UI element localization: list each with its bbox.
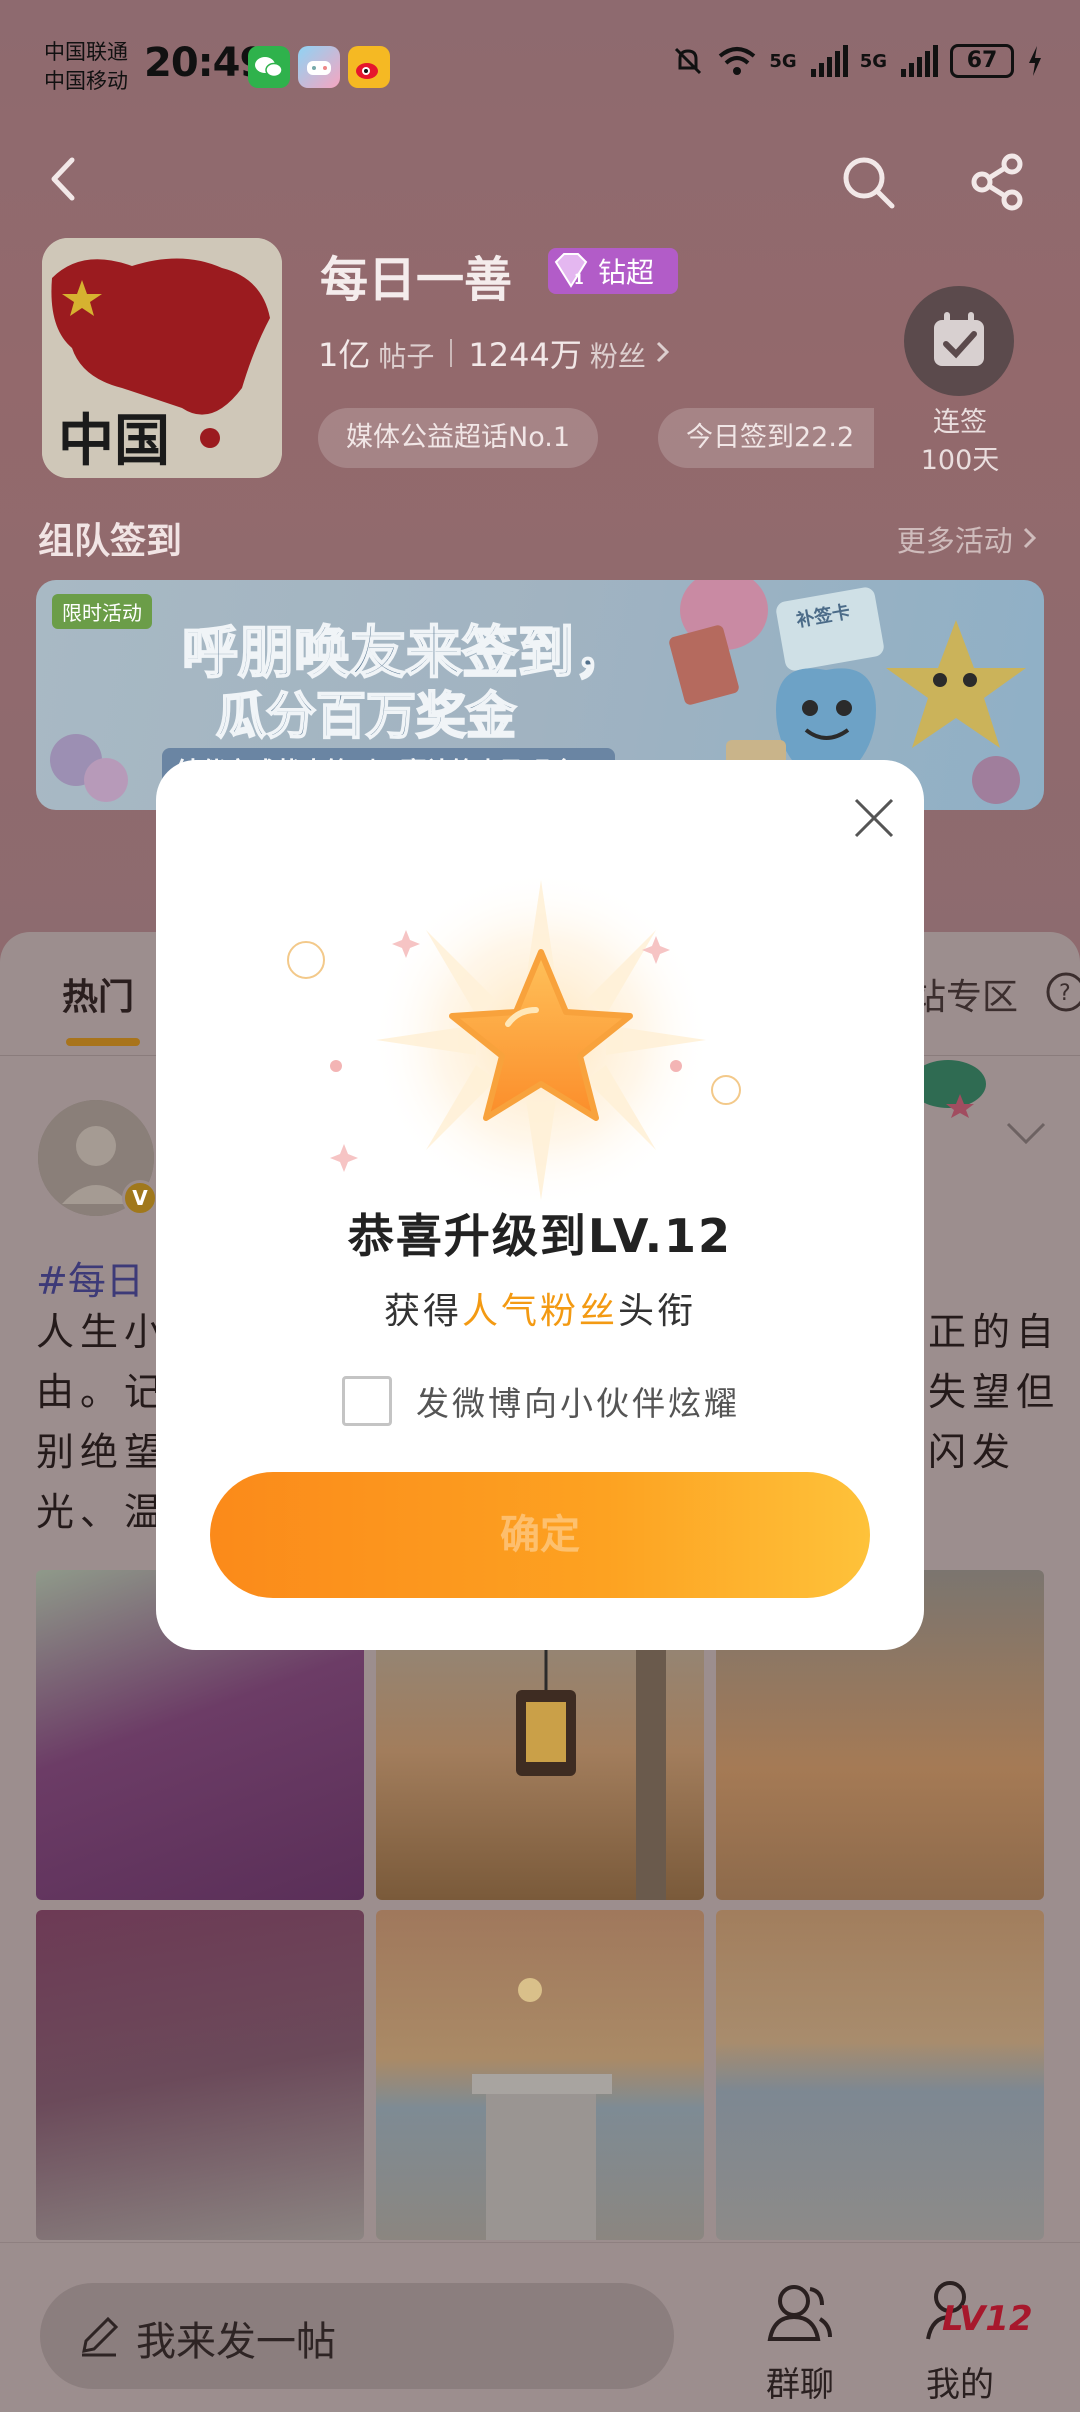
topic-stats[interactable]: 1亿 帖子 1244万 粉丝 — [318, 330, 672, 376]
topic-avatar[interactable]: 中国 — [42, 238, 282, 478]
tab-hot[interactable]: 热门 — [62, 968, 134, 1020]
mine-label: 我的 — [926, 2365, 994, 2405]
post-line: 正的自 — [928, 1310, 1061, 1354]
share-checkbox[interactable] — [342, 1376, 392, 1426]
post-text-left: 人生小 由。记 别绝望 光、温 — [36, 1302, 168, 1542]
topic-chip-rank[interactable]: 媒体公益超话No.1 — [318, 408, 599, 468]
back-icon[interactable] — [40, 154, 90, 204]
post-line: 别绝望 — [36, 1430, 169, 1474]
game-icon — [298, 46, 340, 88]
nav-mine[interactable]: LV12 我的 — [890, 2273, 1033, 2406]
share-option[interactable]: 发微博向小伙伴炫耀 — [342, 1376, 740, 1426]
team-checkin-title: 组队签到 — [38, 521, 183, 562]
status-bar: 中国联通 中国移动 20:49 5G 5G 67 — [0, 0, 1080, 130]
wechat-icon — [248, 46, 290, 88]
dialog-title: 恭喜升级到LV.12 — [347, 1209, 733, 1263]
post-line: 人生小 — [36, 1310, 169, 1354]
more-activities-link[interactable]: 更多活动 — [897, 518, 1038, 560]
network-type-1: 5G — [769, 50, 797, 72]
stats-divider — [450, 339, 453, 367]
posts-count: 1亿 — [318, 336, 371, 374]
post-line: 失望但 — [928, 1370, 1061, 1414]
subtitle-highlight: 人气粉丝 — [461, 1291, 618, 1332]
post-photo[interactable] — [716, 1910, 1044, 2240]
posts-unit: 帖子 — [378, 340, 435, 373]
post-text-right: 正的自 失望但 闪发 — [928, 1302, 1060, 1482]
chevron-right-icon — [656, 341, 669, 363]
post-photo[interactable] — [36, 1910, 364, 2240]
fans-count: 1244万 — [468, 336, 582, 374]
signal-icon — [810, 45, 848, 77]
help-icon[interactable]: ? — [1044, 970, 1080, 1014]
banner-tag: 限时活动 — [52, 594, 152, 629]
star-icon — [287, 870, 741, 1210]
weibo-icon — [348, 46, 390, 88]
battery-icon: 67 — [950, 44, 1014, 78]
status-indicators: 5G 5G 67 — [671, 44, 1044, 78]
post-line: 由。记 — [36, 1370, 169, 1414]
bottom-bar: 我来发一帖 群聊 LV12 我的 — [0, 2242, 1080, 2412]
topic-chip-checkin[interactable]: 今日签到22.2 — [658, 408, 874, 468]
checkin-streak-label: 连签 100天 — [880, 404, 1040, 480]
diamond-badge-label: 钻超 — [598, 256, 655, 289]
network-type-2: 5G — [859, 50, 887, 72]
pencil-icon — [82, 2316, 119, 2357]
nav-group-chat[interactable]: 群聊 — [730, 2273, 870, 2406]
svg-text:1: 1 — [574, 272, 584, 288]
diamond-icon: 1 — [554, 253, 588, 288]
close-icon[interactable] — [846, 790, 902, 846]
wifi-icon — [719, 47, 756, 75]
sunset-image — [472, 1978, 612, 2240]
share-label: 发微博向小伙伴炫耀 — [416, 1384, 740, 1423]
mute-bell-icon — [675, 47, 702, 75]
carrier-labels: 中国联通 中国移动 — [44, 38, 128, 96]
compose-post-input[interactable]: 我来发一帖 — [40, 2283, 674, 2389]
checkin-button[interactable] — [904, 286, 1014, 396]
post-photo[interactable] — [376, 1910, 704, 2240]
subtitle-prefix: 获得 — [383, 1291, 462, 1332]
top-navigation — [0, 140, 1080, 220]
topic-title: 每日一善 — [320, 252, 513, 308]
signal-icon — [901, 45, 938, 77]
diamond-super-badge[interactable]: 1 钻超 — [548, 248, 678, 294]
level-up-dialog: 恭喜升级到LV.12 获得人气粉丝头衔 发微博向小伙伴炫耀 确定 — [156, 760, 924, 1650]
verified-badge: V — [122, 1180, 158, 1216]
chevron-right-icon — [1023, 527, 1037, 549]
calendar-check-icon — [934, 312, 984, 366]
carrier-2: 中国移动 — [44, 69, 128, 93]
share-icon[interactable] — [966, 150, 1030, 214]
group-chat-icon — [767, 2285, 832, 2341]
charging-icon — [1029, 46, 1041, 76]
avatar-caption: 中国 — [58, 408, 170, 474]
checkin-label-line1: 连签 — [933, 407, 987, 438]
level-mark: LV12 — [942, 2299, 1033, 2339]
tab-active-indicator — [66, 1038, 140, 1046]
svg-text:?: ? — [1059, 981, 1071, 1006]
search-icon[interactable] — [836, 150, 900, 214]
chevron-down-icon[interactable] — [1004, 1118, 1048, 1148]
fans-unit: 粉丝 — [589, 340, 646, 373]
compose-placeholder: 我来发一帖 — [136, 2319, 336, 2365]
confirm-button[interactable]: 确定 — [210, 1472, 870, 1598]
confirm-label: 确定 — [500, 1512, 580, 1558]
group-chat-label: 群聊 — [766, 2365, 834, 2405]
more-activities-label: 更多活动 — [896, 524, 1013, 558]
subtitle-suffix: 头衔 — [618, 1291, 697, 1332]
tab-zone[interactable]: 站专区 — [910, 968, 1018, 1020]
banner-title-line2: 瓜分百万奖金 — [215, 686, 517, 746]
checkin-label-line2: 100天 — [920, 445, 1000, 476]
carrier-1: 中国联通 — [44, 40, 128, 64]
dialog-subtitle: 获得人气粉丝头衔 — [156, 1282, 924, 1334]
post-line: 闪发 — [928, 1430, 1017, 1474]
post-photo-grid — [36, 1570, 1044, 2240]
post-hashtag[interactable]: #每日 — [36, 1250, 144, 1305]
china-map-image: 中国 — [42, 238, 282, 478]
post-line: 光、温 — [36, 1490, 169, 1534]
